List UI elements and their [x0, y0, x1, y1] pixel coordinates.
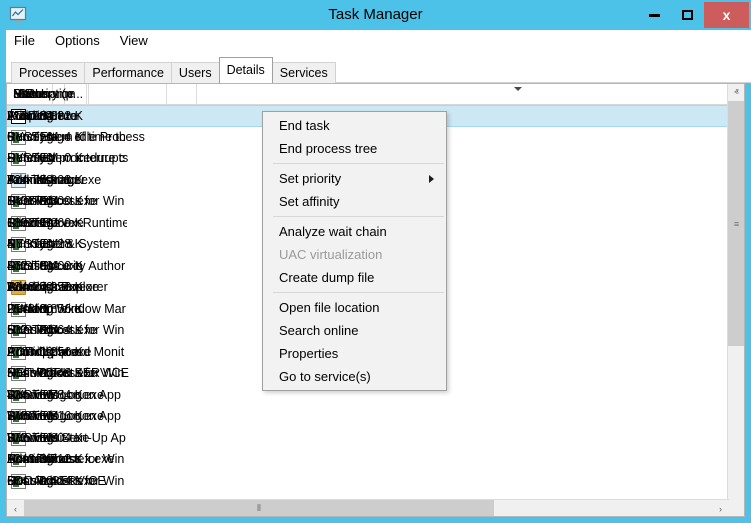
cell-description: Host Process for Win	[7, 191, 127, 213]
maximize-button[interactable]	[671, 2, 704, 28]
tab-details[interactable]: Details	[219, 57, 273, 83]
scroll-left-button[interactable]: ‹	[7, 500, 24, 517]
scroll-right-button[interactable]: ›	[712, 500, 729, 517]
context-menu-item-end-task[interactable]: End task	[263, 114, 446, 137]
column-header-description[interactable]: Description	[7, 84, 128, 105]
cell-description: Desktop Window Mar	[7, 299, 127, 321]
cell-description: RDP Clipboard Monit	[7, 342, 127, 364]
table-row[interactable]: svchost.exe 684 Running LOCAL SERVICE 00 9,42…	[7, 471, 744, 493]
tab-services[interactable]: Services	[272, 62, 336, 83]
tab-performance[interactable]: Performance	[84, 62, 172, 83]
scroll-down-button[interactable]: ⱟ	[728, 499, 745, 516]
menu-options[interactable]: Options	[45, 30, 110, 52]
sort-descending-icon	[514, 87, 522, 91]
tab-list: Processes Performance Users Details Serv…	[11, 57, 335, 83]
minimize-icon	[649, 14, 660, 17]
menu-view[interactable]: View	[110, 30, 158, 52]
cell-description: Deferred procedure c	[7, 148, 127, 170]
window-controls: x	[638, 2, 749, 28]
table-row[interactable]: svchost.exe728RunningSYSTEM0014,288 KHos…	[7, 492, 744, 495]
cell-description: Percentage of time th	[7, 127, 127, 149]
context-menu-item-uac-virtualization: UAC virtualization	[263, 243, 446, 266]
cell-description: Host Process for Win	[7, 363, 127, 385]
table-row[interactable]: wininit.exe 372 Running SYSTEM 00 604 K Window…	[7, 428, 744, 450]
vertical-scroll-thumb[interactable]: ≡	[728, 101, 745, 346]
horizontal-scrollbar[interactable]: ‹ ⦀ ›	[7, 499, 729, 516]
context-menu-item-analyze-wait-chain[interactable]: Analyze wait chain	[263, 220, 446, 243]
tab-users[interactable]: Users	[171, 62, 220, 83]
cell-description: Windows Explorer	[7, 277, 127, 299]
title-bar[interactable]: Task Manager x	[0, 0, 751, 30]
cell-description: Local Security Author	[7, 256, 127, 278]
menu-bar: File Options View	[6, 30, 751, 52]
cell-description: 7-Zip GUI	[7, 106, 127, 128]
column-header-row: Name PID Status User name CPU Memory (p.…	[7, 84, 744, 105]
maximize-icon	[682, 10, 693, 20]
cell-description: Client Server Runtime	[7, 213, 127, 235]
context-menu-item-create-dump-file[interactable]: Create dump file	[263, 266, 446, 289]
table-row[interactable]: winlogon.exe 1480 Running SYSTEM 00 816 K Wind…	[7, 406, 744, 428]
chevron-right-icon	[429, 175, 434, 183]
context-menu-item-search-online[interactable]: Search online	[263, 319, 446, 342]
cell-description: Host Process for Win	[7, 492, 127, 495]
cell-description: Windows Logon App	[7, 406, 127, 428]
cell-description: Host Process for Win	[7, 320, 127, 342]
menu-separator	[273, 216, 444, 217]
context-menu-item-end-process-tree[interactable]: End process tree	[263, 137, 446, 160]
cell-description: Host Process for Win	[7, 471, 127, 493]
cell-description: Windows Start-Up Ap	[7, 428, 127, 450]
cell-description: Host Process for Win	[7, 449, 127, 471]
context-menu-item-set-priority[interactable]: Set priority	[263, 167, 446, 190]
context-menu-item-open-file-location[interactable]: Open file location	[263, 296, 446, 319]
menu-separator	[273, 292, 444, 293]
tab-processes[interactable]: Processes	[11, 62, 85, 83]
table-row[interactable]: taskhostex.exe 1348 Running Administrator 00…	[7, 449, 744, 471]
context-menu-item-properties[interactable]: Properties	[263, 342, 446, 365]
menu-separator	[273, 163, 444, 164]
scroll-up-button[interactable]: ⱏ	[728, 84, 745, 101]
horizontal-scroll-thumb[interactable]: ⦀	[24, 500, 494, 517]
minimize-button[interactable]	[638, 2, 671, 28]
context-menu-item-set-affinity[interactable]: Set affinity	[263, 190, 446, 213]
cell-description: Windows Logon App	[7, 385, 127, 407]
close-button[interactable]: x	[704, 2, 749, 28]
menu-file[interactable]: File	[6, 30, 45, 52]
tab-strip: Processes Performance Users Details Serv…	[6, 52, 751, 83]
cell-description: Task Manager	[7, 170, 127, 192]
cell-description: NT Kernel & System	[7, 234, 127, 256]
task-manager-window: Task Manager x File Options View Process…	[0, 0, 751, 523]
process-context-menu: End task End process tree Set priority Set …	[262, 111, 447, 391]
context-menu-item-go-to-service-s[interactable]: Go to service(s)	[263, 365, 446, 388]
vertical-scrollbar[interactable]: ⱏ ≡ ⱟ	[727, 84, 744, 516]
